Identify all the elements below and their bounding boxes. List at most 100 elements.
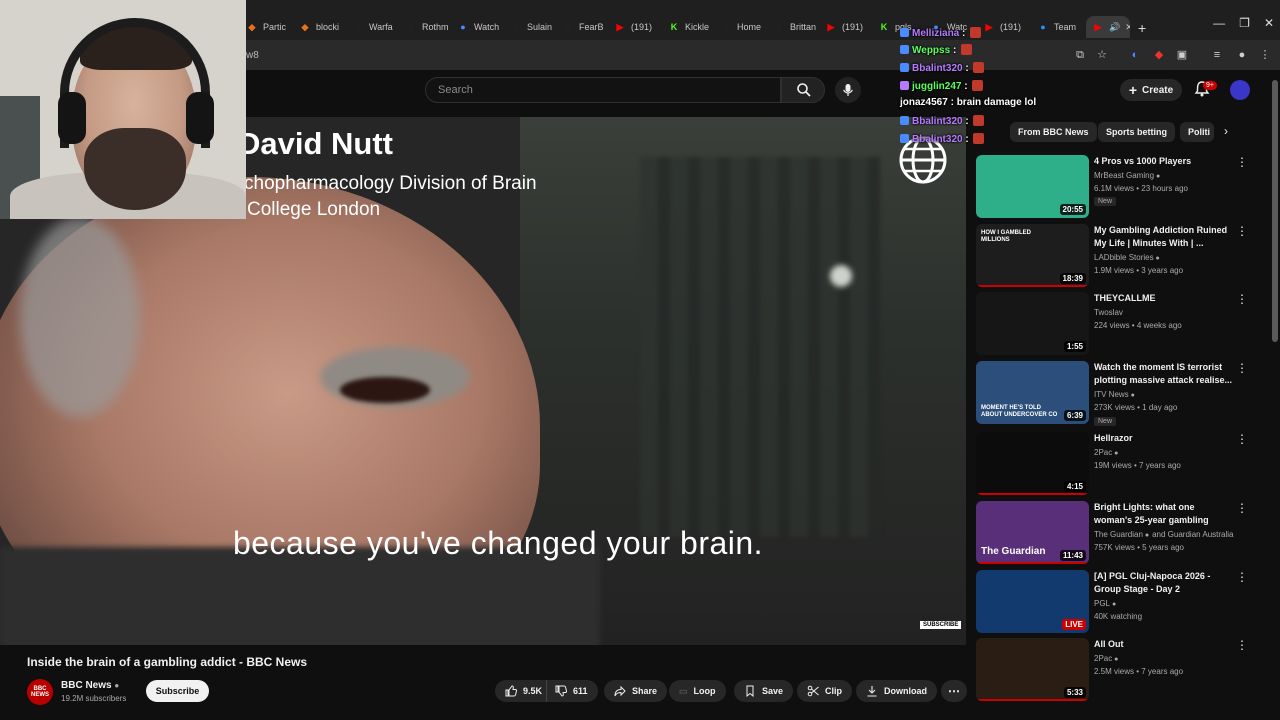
bookmark-icon — [746, 685, 754, 697]
recommendation-title[interactable]: Bright Lights: what one woman's 25-year … — [1094, 501, 1234, 527]
subscribe-button[interactable]: Subscribe — [146, 680, 209, 702]
voice-search-button[interactable] — [835, 77, 861, 103]
scrollbar[interactable] — [1272, 80, 1278, 342]
channel-name-text[interactable]: MrBeast Gaming — [1094, 171, 1154, 180]
minimize-button[interactable]: — — [1213, 16, 1225, 30]
close-tab-icon[interactable]: ✕ — [1125, 22, 1130, 33]
video-thumbnail[interactable]: 5:33 — [976, 638, 1089, 701]
channel-name[interactable]: BBC News ● — [61, 680, 119, 691]
create-button[interactable]: + Create — [1120, 79, 1182, 101]
recommendation-title[interactable]: 4 Pros vs 1000 Players — [1094, 155, 1234, 168]
search-button[interactable] — [781, 77, 825, 103]
account-avatar[interactable] — [1230, 80, 1250, 100]
video-thumbnail[interactable]: HOW I GAMBLED MILLIONS 18:39 — [976, 224, 1089, 287]
extension-icon[interactable]: ◆ — [1152, 48, 1166, 62]
dislike-button[interactable]: 611 — [546, 680, 598, 702]
loop-button[interactable]: ▭ Loop — [669, 680, 726, 702]
recommendation-title[interactable]: [A] PGL Cluj-Napoca 2026 - Group Stage -… — [1094, 570, 1234, 596]
browser-tab[interactable]: ● Team — [1037, 16, 1083, 38]
recommendation-title[interactable]: My Gambling Addiction Ruined My Life | M… — [1094, 224, 1234, 250]
browser-tab[interactable]: ▶ (191) — [983, 16, 1029, 38]
subscribe-watermark[interactable]: SUBSCRIBE — [920, 621, 962, 629]
browser-tab[interactable]: ▶ (191) — [825, 16, 871, 38]
browser-tab[interactable]: X FearB — [562, 16, 608, 38]
more-actions-icon[interactable]: ⋯ — [941, 680, 967, 702]
recommendation-item[interactable]: MOMENT HE'S TOLD ABOUT UNDERCOVER CO 6:39… — [976, 361, 1266, 426]
recommendation-channel[interactable]: Twoslav — [1094, 306, 1244, 320]
more-options-icon[interactable]: ⋮ — [1236, 224, 1248, 238]
watch-progress-bar — [976, 493, 1089, 495]
browser-tab[interactable]: ▶ (191) — [614, 16, 660, 38]
channel-name-text[interactable]: PGL — [1094, 599, 1110, 608]
channel-name-text[interactable]: BBC News — [61, 680, 112, 691]
download-button[interactable]: Download — [856, 680, 937, 702]
video-thumbnail[interactable]: LIVE — [976, 570, 1089, 633]
more-options-icon[interactable]: ⋮ — [1236, 501, 1248, 515]
chip-politics[interactable]: Politi — [1180, 122, 1214, 142]
browser-tab[interactable]: ◆ Partic — [246, 16, 292, 38]
recommendation-item[interactable]: 5:33 All Out 2Pac ● 2.5M views • 7 years ag… — [976, 638, 1266, 702]
browser-tab[interactable]: K Kickle — [668, 16, 714, 38]
new-tab-button[interactable]: + — [1138, 20, 1146, 36]
chat-message: Bbalint320 : — [900, 115, 985, 127]
recommendation-item[interactable]: HOW I GAMBLED MILLIONS 18:39 My Gambling A… — [976, 224, 1266, 288]
search-input[interactable]: Search — [425, 77, 781, 103]
browser-tab[interactable]: X Home — [720, 16, 766, 38]
browser-tab[interactable]: X Sulain — [510, 16, 556, 38]
more-options-icon[interactable]: ⋮ — [1236, 292, 1248, 306]
channel-name-text[interactable]: 2Pac — [1094, 654, 1112, 663]
tab-label: Brittan — [790, 22, 817, 32]
browser-tab[interactable]: X Rothm — [405, 16, 451, 38]
thumbnail-text: HOW I GAMBLED MILLIONS — [981, 230, 1031, 243]
chip-from-channel[interactable]: From BBC News — [1010, 122, 1097, 142]
video-thumbnail[interactable]: MOMENT HE'S TOLD ABOUT UNDERCOVER CO 6:39 — [976, 361, 1089, 424]
share-button[interactable]: Share — [604, 680, 668, 702]
side-panel-icon[interactable]: ≡ — [1210, 48, 1224, 62]
browser-menu-icon[interactable]: ⋮ — [1258, 48, 1272, 62]
extension-icon[interactable]: ◐ — [1128, 48, 1142, 62]
verified-icon: ● — [1154, 173, 1161, 180]
more-options-icon[interactable]: ⋮ — [1236, 570, 1248, 584]
channel-name-text[interactable]: ITV News — [1094, 390, 1129, 399]
channel-name-text[interactable]: Twoslav — [1094, 308, 1123, 317]
channel-name-text[interactable]: 2Pac — [1094, 448, 1112, 457]
more-options-icon[interactable]: ⋮ — [1236, 432, 1248, 446]
save-button[interactable]: Save — [734, 680, 794, 702]
browser-tab[interactable]: X Warfa — [352, 16, 398, 38]
recommendation-title[interactable]: THEYCALLME — [1094, 292, 1234, 305]
recommendation-title[interactable]: Watch the moment IS terrorist plotting m… — [1094, 361, 1234, 387]
active-tab[interactable]: ▶ 🔊 ✕ — [1086, 16, 1130, 38]
recommendation-title[interactable]: Hellrazor — [1094, 432, 1234, 445]
extensions-puzzle-icon[interactable]: ▣ — [1175, 48, 1189, 62]
profile-icon[interactable]: ● — [1235, 48, 1249, 62]
recommendation-title[interactable]: All Out — [1094, 638, 1234, 651]
browser-tab[interactable]: X Brittan — [773, 16, 819, 38]
recommendation-item[interactable]: The Guardian 11:43 Bright Lights: what one… — [976, 501, 1266, 565]
chevron-right-icon[interactable]: › — [1224, 124, 1228, 138]
recommendation-stats: 40K watching — [1094, 612, 1143, 621]
more-options-icon[interactable]: ⋮ — [1236, 638, 1248, 652]
maximize-button[interactable]: ❐ — [1239, 16, 1250, 30]
channel-avatar[interactable]: BBC NEWS — [27, 679, 53, 705]
recommendation-item[interactable]: 20:55 4 Pros vs 1000 Players MrBeast Gamin… — [976, 155, 1266, 219]
recommendation-item[interactable]: LIVE [A] PGL Cluj-Napoca 2026 - Group Sta… — [976, 570, 1266, 634]
video-thumbnail[interactable]: 20:55 — [976, 155, 1089, 218]
video-thumbnail[interactable]: 4:15 — [976, 432, 1089, 495]
video-thumbnail[interactable]: The Guardian 11:43 — [976, 501, 1089, 564]
install-icon[interactable]: ⧉ — [1073, 48, 1087, 62]
more-options-icon[interactable]: ⋮ — [1236, 361, 1248, 375]
channel-name-text[interactable]: LADbible Stories — [1094, 253, 1154, 262]
chip-sports-betting[interactable]: Sports betting — [1098, 122, 1175, 142]
clip-button[interactable]: Clip — [797, 680, 852, 702]
recommendation-item[interactable]: 4:15 Hellrazor 2Pac ● 19M views • 7 years a… — [976, 432, 1266, 496]
browser-tab[interactable]: ● Watch — [457, 16, 503, 38]
video-thumbnail[interactable]: 1:55 — [976, 292, 1089, 355]
like-button[interactable]: 9.5K — [495, 680, 551, 702]
bookmark-star-icon[interactable]: ☆ — [1095, 48, 1109, 62]
tab-favicon-icon: ● — [460, 22, 466, 32]
browser-tab[interactable]: ◆ blocki — [299, 16, 345, 38]
recommendation-item[interactable]: 1:55 THEYCALLME Twoslav 224 views • 4 weeks… — [976, 292, 1266, 356]
close-window-button[interactable]: ✕ — [1264, 16, 1274, 30]
more-options-icon[interactable]: ⋮ — [1236, 155, 1248, 169]
channel-name-text[interactable]: The Guardian — [1094, 530, 1143, 539]
